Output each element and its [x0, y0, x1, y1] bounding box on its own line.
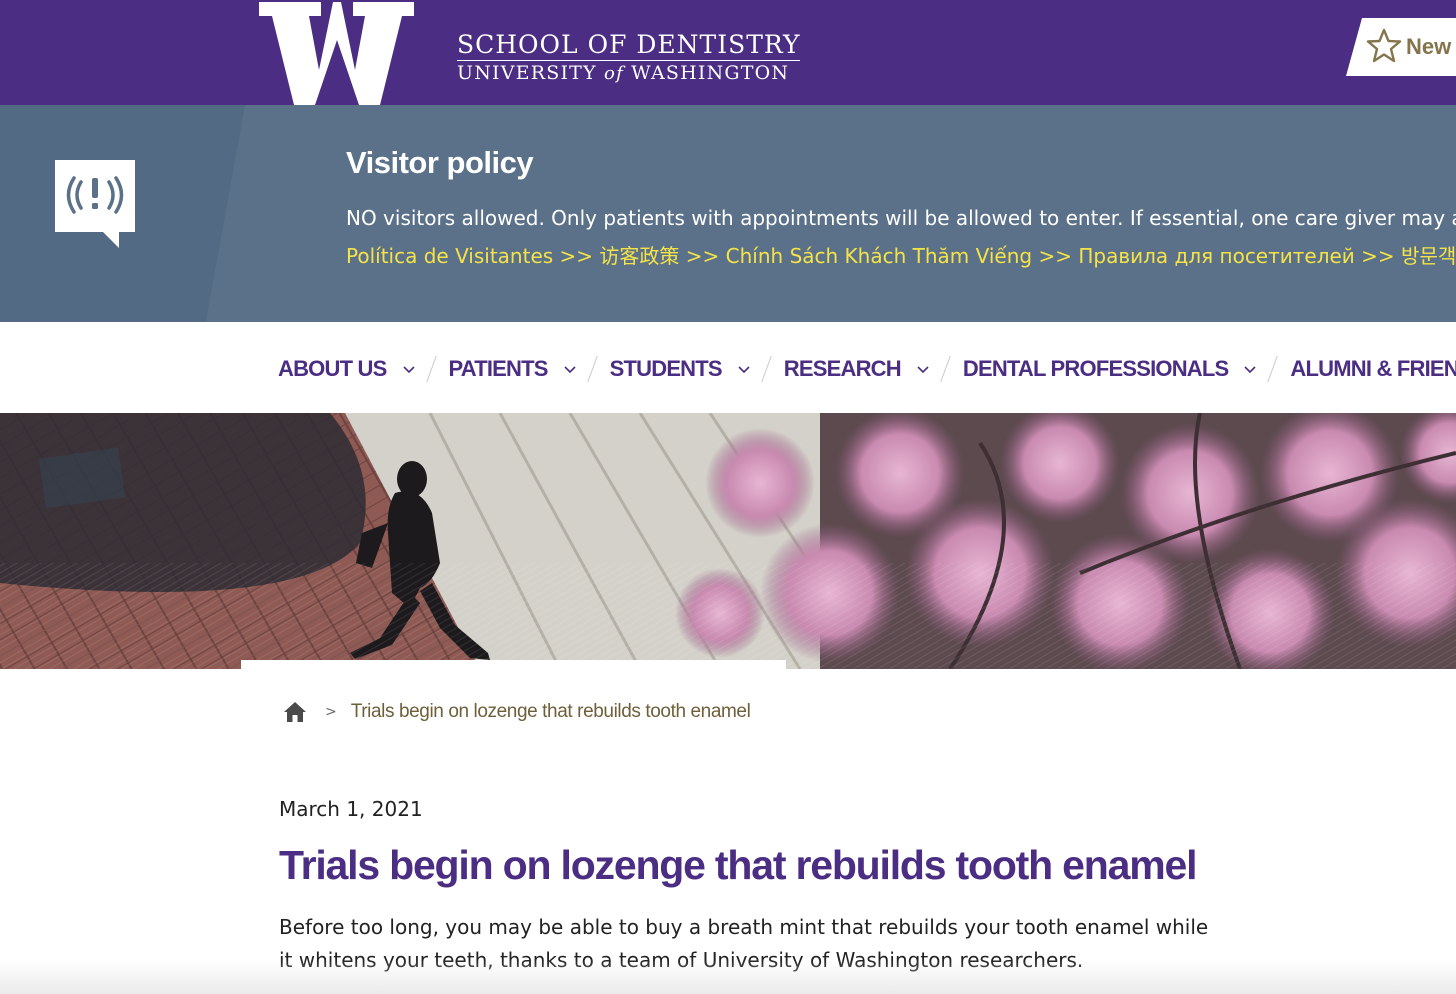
nav-list: ABOUT US PATIENTS STUDENTS RESEARCH DENT… [278, 356, 1456, 382]
article-date: March 1, 2021 [279, 797, 423, 821]
chevron-down-icon[interactable] [402, 364, 416, 374]
lang-link-chinese[interactable]: 访客政策 >> [599, 244, 719, 268]
alert-language-links: Política de Visitantes >> 访客政策 >> Chính … [346, 240, 1456, 269]
lang-link-portuguese[interactable]: Política de Visitantes >> [346, 244, 593, 268]
chevron-down-icon[interactable] [916, 364, 930, 374]
nav-divider [1267, 356, 1279, 382]
hero-image [0, 413, 1456, 669]
main-navigation: ABOUT US PATIENTS STUDENTS RESEARCH DENT… [0, 322, 1456, 413]
nav-item-patients[interactable]: PATIENTS [449, 356, 577, 382]
star-icon [1366, 28, 1402, 63]
broadcast-alert-icon [55, 160, 135, 248]
chevron-down-icon[interactable] [1243, 364, 1257, 374]
nav-divider [940, 356, 951, 382]
lang-link-russian[interactable]: Правила для посетителей >> [1078, 244, 1394, 268]
nav-divider [586, 356, 598, 382]
chevron-down-icon[interactable] [737, 364, 751, 374]
campus-photo [0, 413, 1456, 669]
university-name: UNIVERSITY of WASHINGTON [457, 62, 790, 84]
nav-item-research[interactable]: RESEARCH [784, 356, 930, 382]
article-title: Trials begin on lozenge that rebuilds to… [279, 842, 1197, 888]
chevron-down-icon[interactable] [563, 364, 577, 374]
hero-content-tab [241, 660, 786, 672]
new-patients-tab[interactable]: New P [1346, 18, 1456, 76]
site-header: SCHOOL OF DENTISTRY UNIVERSITY of WASHIN… [0, 0, 1456, 105]
breadcrumb-current: Trials begin on lozenge that rebuilds to… [350, 701, 751, 722]
nav-divider [761, 356, 772, 382]
alert-message: NO visitors allowed. Only patients with … [346, 206, 1456, 230]
scroll-shadow [0, 960, 1456, 994]
lang-link-vietnamese[interactable]: Chính Sách Khách Thăm Viếng >> [726, 244, 1072, 268]
w-logo-icon [259, 2, 414, 105]
nav-item-dental-professionals[interactable]: DENTAL PROFESSIONALS [963, 356, 1258, 382]
breadcrumb: > Trials begin on lozenge that rebuilds … [283, 701, 751, 723]
new-patients-label: New P [1406, 34, 1456, 59]
breadcrumb-separator: > [325, 704, 337, 720]
alert-title: Visitor policy [346, 145, 534, 180]
visitor-policy-alert: Visitor policy NO visitors allowed. Only… [0, 105, 1456, 322]
school-name: SCHOOL OF DENTISTRY [457, 30, 801, 61]
nav-item-about-us[interactable]: ABOUT US [278, 356, 416, 382]
nav-item-alumni-friends[interactable]: ALUMNI & FRIENDS [1290, 356, 1456, 382]
lang-link-korean[interactable]: 방문객 규정 >> [1401, 244, 1456, 268]
school-wordmark[interactable]: SCHOOL OF DENTISTRY UNIVERSITY of WASHIN… [457, 30, 801, 86]
nav-divider [425, 356, 437, 382]
nav-item-students[interactable]: STUDENTS [610, 356, 751, 382]
home-icon[interactable] [283, 701, 307, 723]
